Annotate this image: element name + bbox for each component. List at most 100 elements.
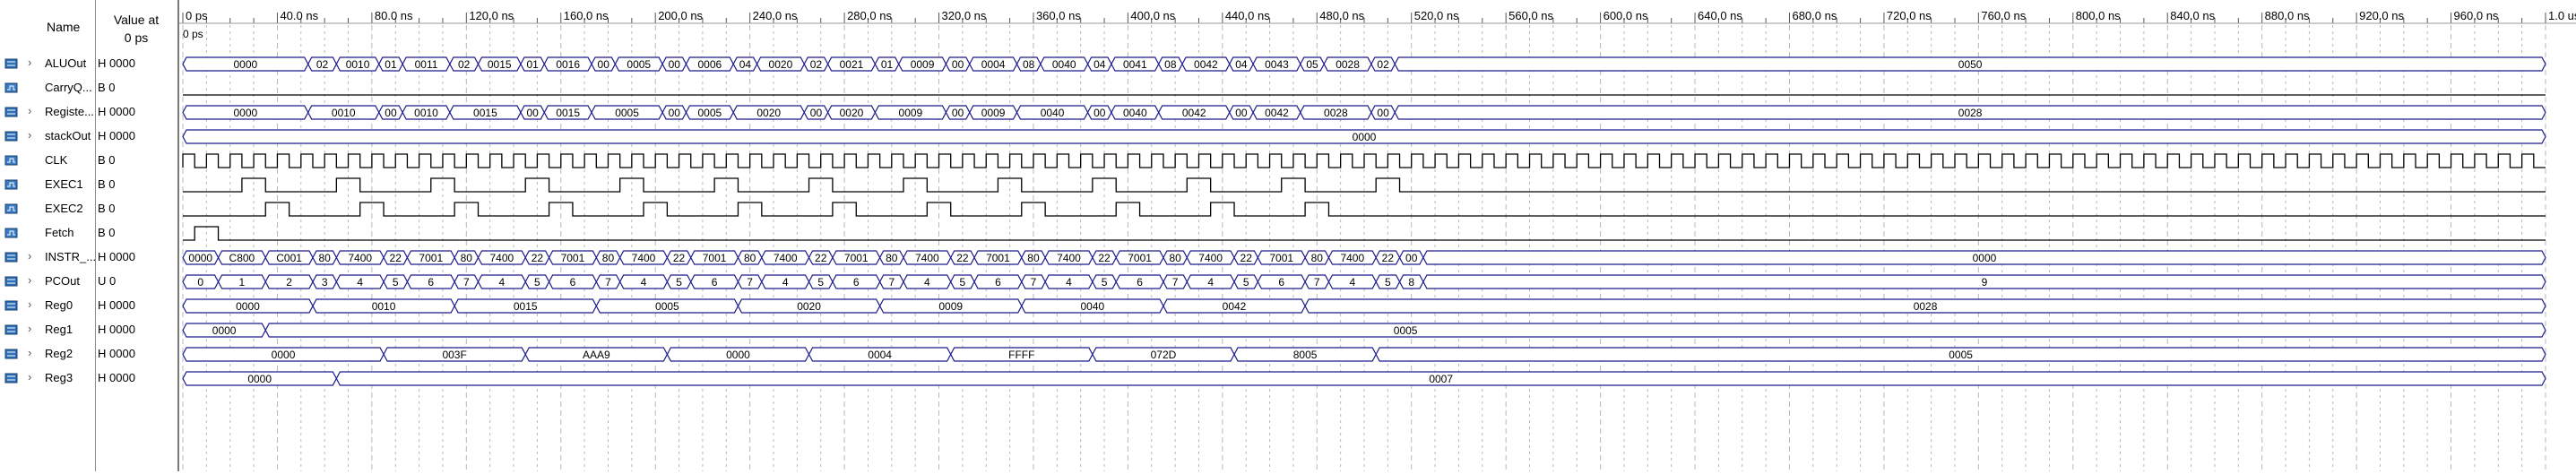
- bus-value-label: 0010: [414, 107, 438, 119]
- ruler-tick-label: 440.0 ns: [1225, 9, 1270, 22]
- signal-value-row: U 0: [95, 270, 177, 294]
- bus-value-label: 08: [1023, 58, 1035, 71]
- signal-name: PCOut: [45, 274, 81, 288]
- bus-value-label: 0000: [234, 107, 258, 119]
- bus-value-label: 0009: [938, 300, 963, 313]
- expand-chevron-icon[interactable]: ›: [28, 297, 31, 311]
- signal-row-pcout[interactable]: › PCOut: [0, 270, 95, 294]
- bus-value-label: 0040: [1081, 300, 1105, 313]
- time-ruler: 0 ps 40.0 ns 80.0 ns 120.0 ns 160.0 ns 200.0 …: [179, 9, 2576, 24]
- bus-value-label: 80: [1169, 252, 1181, 264]
- wave-clk: [182, 153, 2546, 168]
- wire-signal-icon: [4, 82, 19, 94]
- expand-chevron-icon[interactable]: ›: [28, 249, 31, 263]
- signal-name: Fetch: [45, 226, 74, 239]
- waveform-pane[interactable]: 0 ps 40.0 ns 80.0 ns 120.0 ns 160.0 ns 200.0 …: [179, 0, 2576, 471]
- bus-value-label: AAA9: [583, 349, 610, 361]
- signal-row-fetch[interactable]: Fetch: [0, 221, 95, 246]
- bus-value-label: 7001: [844, 252, 869, 264]
- signal-row-reg3[interactable]: › Reg3: [0, 366, 95, 391]
- signal-row-exec1[interactable]: EXEC1: [0, 173, 95, 197]
- wire-signal-icon: [4, 203, 19, 215]
- bus-value-label: 5: [1102, 276, 1108, 289]
- bus-signal-icon: [4, 275, 19, 288]
- signal-value-row: H 0000: [95, 246, 177, 270]
- signal-value: B 0: [98, 202, 116, 215]
- bus-value-label: 5: [534, 276, 540, 289]
- bus-value-label: 0021: [840, 58, 864, 71]
- waveform-viewer: Name › ALUOut CarryQ... › Registe... › stackOu…: [0, 0, 2576, 471]
- signal-name: CLK: [45, 153, 68, 167]
- bus-value-label: 00: [385, 107, 397, 119]
- signal-row-stackout[interactable]: › stackOut: [0, 125, 95, 149]
- name-column-header[interactable]: Name: [0, 0, 95, 47]
- bus-value-label: 0015: [514, 300, 538, 313]
- bus-value-label: 05: [1306, 58, 1318, 71]
- bus-value-label: 6: [1278, 276, 1284, 289]
- bus-value-label: 7: [463, 276, 470, 289]
- bus-signal-icon: [4, 57, 19, 70]
- bus-value-label: 00: [952, 107, 964, 119]
- expand-chevron-icon[interactable]: ›: [28, 370, 31, 384]
- bus-value-label: 0020: [756, 107, 781, 119]
- value-column-header[interactable]: Value at 0 ps: [95, 0, 177, 47]
- bus-value-label: 0005: [655, 300, 679, 313]
- bus-value-label: 0005: [1394, 324, 1418, 337]
- bus-signal-icon: [4, 372, 19, 384]
- signal-row-reg1[interactable]: › Reg1: [0, 318, 95, 342]
- signal-row-aluout[interactable]: › ALUOut: [0, 52, 95, 76]
- bus-value-label: FFFF: [1008, 349, 1034, 361]
- signal-row-instr[interactable]: › INSTR_...: [0, 246, 95, 270]
- bus-value-label: 4: [924, 276, 930, 289]
- expand-chevron-icon[interactable]: ›: [28, 346, 31, 359]
- expand-chevron-icon[interactable]: ›: [28, 104, 31, 117]
- ruler-tick-label: 840.0 ns: [2170, 9, 2215, 22]
- bus-value-label: 7: [888, 276, 895, 289]
- signal-row-reg2[interactable]: › Reg2: [0, 342, 95, 366]
- bus-value-label: 0016: [556, 58, 580, 71]
- signal-name: Reg2: [45, 347, 73, 360]
- bus-value-label: 0041: [1123, 58, 1147, 71]
- expand-chevron-icon[interactable]: ›: [28, 322, 31, 335]
- signal-row-carryq[interactable]: CarryQ...: [0, 76, 95, 100]
- expand-chevron-icon[interactable]: ›: [28, 56, 31, 69]
- wire-signal-icon: [4, 154, 19, 167]
- bus-value-label: 02: [810, 58, 823, 71]
- bus-value-label: 7400: [490, 252, 514, 264]
- bus-value-label: 7400: [774, 252, 798, 264]
- bus-value-label: 0043: [1265, 58, 1289, 71]
- bus-value-label: 4: [499, 276, 506, 289]
- signal-value-row: H 0000: [95, 125, 177, 149]
- ruler-tick-label: 680.0 ns: [1792, 9, 1837, 22]
- bus-value-label: 01: [526, 58, 539, 71]
- signal-value-row: H 0000: [95, 52, 177, 76]
- bus-value-label: 0042: [1265, 107, 1289, 119]
- bus-value-label: 01: [385, 58, 397, 71]
- expand-chevron-icon[interactable]: ›: [28, 128, 31, 142]
- waveform-canvas[interactable]: 0 ps 40.0 ns 80.0 ns 120.0 ns 160.0 ns 200.0 …: [179, 0, 2576, 471]
- bus-value-label: 7400: [348, 252, 372, 264]
- signal-value-row: H 0000: [95, 294, 177, 318]
- bus-value-label: 2: [286, 276, 292, 289]
- bus-value-label: 5: [960, 276, 966, 289]
- bus-value-label: 7: [1314, 276, 1320, 289]
- bus-value-label: 6: [712, 276, 718, 289]
- signal-row-exec2[interactable]: EXEC2: [0, 197, 95, 221]
- signal-row-registe[interactable]: › Registe...: [0, 100, 95, 125]
- bus-value-label: 00: [669, 107, 681, 119]
- bus-value-label: 00: [1405, 252, 1418, 264]
- bus-value-label: 4: [641, 276, 647, 289]
- signal-row-clk[interactable]: CLK: [0, 149, 95, 173]
- bus-value-label: 08: [1164, 58, 1177, 71]
- signal-row-reg0[interactable]: › Reg0: [0, 294, 95, 318]
- signal-name: Reg3: [45, 371, 73, 384]
- ruler-tick-label: 360.0 ns: [1036, 9, 1081, 22]
- bus-value-label: 0007: [1429, 373, 1453, 385]
- bus-value-label: 0015: [473, 107, 497, 119]
- bus-value-label: 5: [1243, 276, 1249, 289]
- bus-value-label: 7: [747, 276, 753, 289]
- bus-value-label: 22: [673, 252, 686, 264]
- expand-chevron-icon[interactable]: ›: [28, 273, 31, 287]
- bus-value-label: 0042: [1194, 58, 1218, 71]
- signal-value: H 0000: [98, 56, 135, 70]
